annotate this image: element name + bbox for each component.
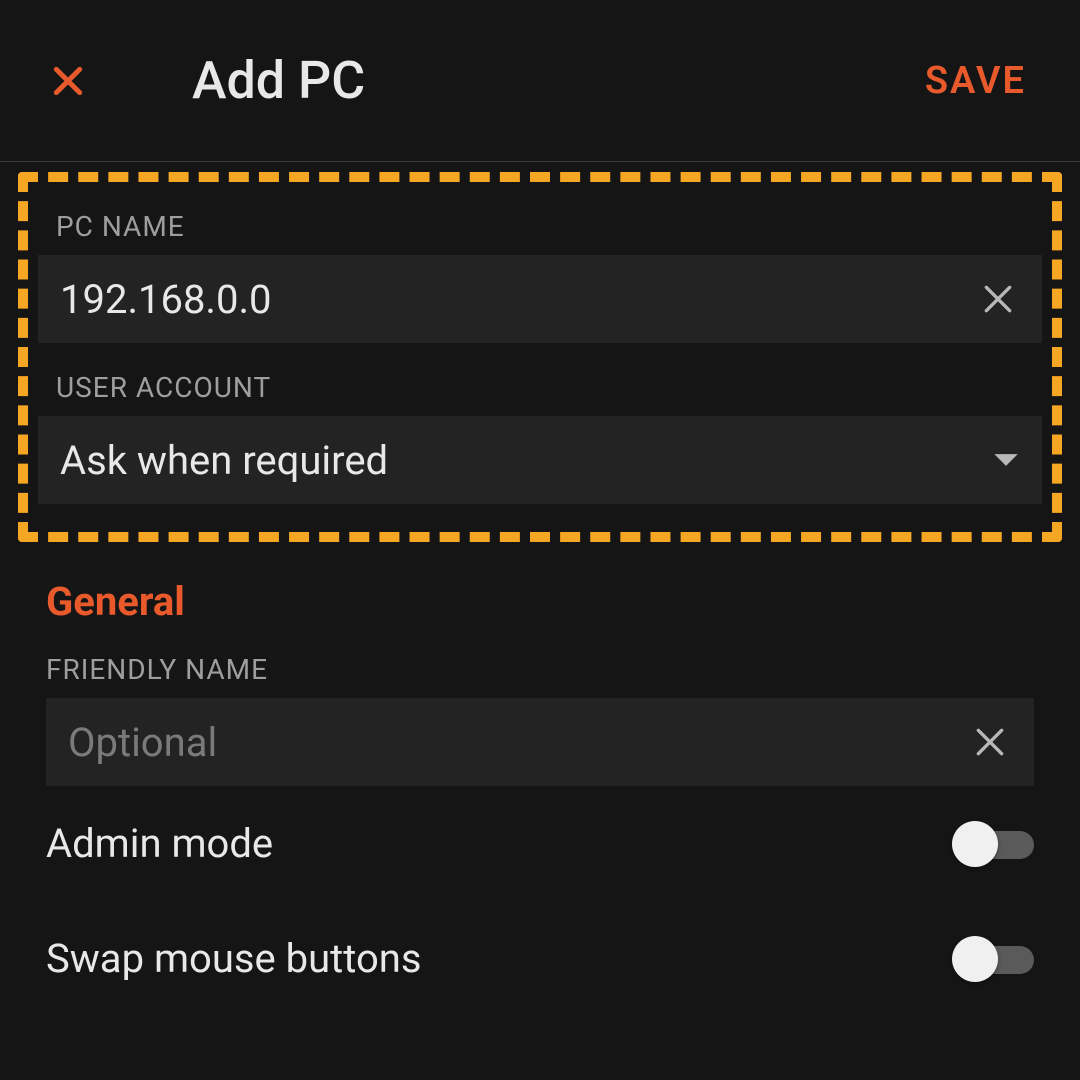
- swap-mouse-label: Swap mouse buttons: [46, 935, 952, 982]
- pc-name-clear-button[interactable]: [976, 277, 1020, 321]
- user-account-field-group: USER ACCOUNT Ask when required: [38, 371, 1042, 504]
- pc-name-input[interactable]: [60, 276, 976, 323]
- chevron-down-icon: [992, 451, 1020, 469]
- user-account-value: Ask when required: [60, 437, 992, 484]
- admin-mode-label: Admin mode: [46, 820, 952, 867]
- close-icon: [48, 61, 88, 101]
- save-button[interactable]: SAVE: [925, 59, 1036, 103]
- friendly-name-label: FRIENDLY NAME: [46, 653, 1034, 698]
- swap-mouse-toggle[interactable]: [952, 940, 1034, 978]
- user-account-dropdown[interactable]: Ask when required: [38, 416, 1042, 504]
- clear-icon: [978, 279, 1018, 319]
- pc-name-field-group: PC NAME: [38, 210, 1042, 343]
- admin-mode-row: Admin mode: [0, 786, 1080, 901]
- user-account-label: USER ACCOUNT: [38, 371, 1042, 416]
- toggle-thumb: [952, 821, 998, 867]
- content-area: PC NAME USER ACCOUNT Ask when required: [0, 172, 1080, 1016]
- friendly-name-input[interactable]: [68, 719, 968, 766]
- admin-mode-toggle[interactable]: [952, 825, 1034, 863]
- friendly-name-clear-button[interactable]: [968, 720, 1012, 764]
- swap-mouse-row: Swap mouse buttons: [0, 901, 1080, 1016]
- header: Add PC SAVE: [0, 0, 1080, 162]
- general-section-title: General: [0, 560, 1080, 653]
- highlight-box: PC NAME USER ACCOUNT Ask when required: [18, 172, 1062, 542]
- clear-icon: [970, 722, 1010, 762]
- pc-name-input-wrap: [38, 255, 1042, 343]
- toggle-thumb: [952, 936, 998, 982]
- close-button[interactable]: [44, 57, 92, 105]
- friendly-name-field-group: FRIENDLY NAME: [0, 653, 1080, 786]
- page-title: Add PC: [192, 50, 925, 111]
- friendly-name-input-wrap: [46, 698, 1034, 786]
- pc-name-label: PC NAME: [38, 210, 1042, 255]
